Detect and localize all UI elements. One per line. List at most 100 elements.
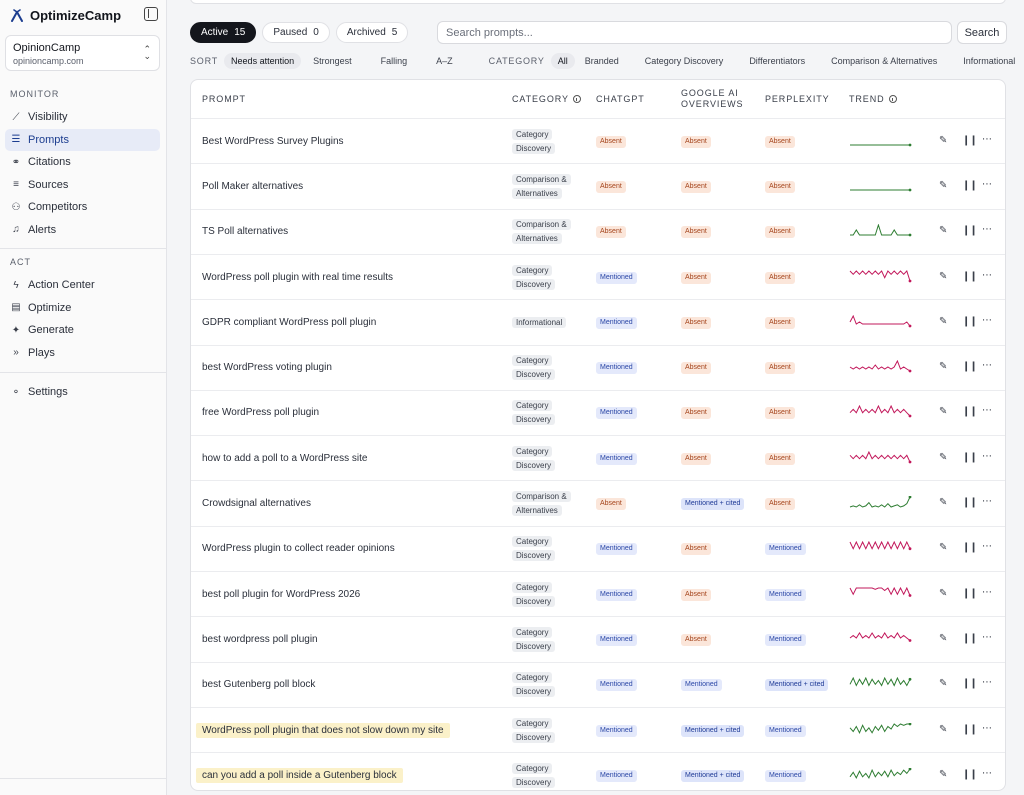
table-row[interactable]: best Gutenberg poll block Category Disco… [191, 661, 1005, 707]
column-header-perplexity[interactable]: PERPLEXITY [765, 94, 830, 105]
prompt-text[interactable]: can you add a poll inside a Gutenberg bl… [196, 767, 403, 783]
more-options-icon[interactable]: ⋯ [982, 134, 992, 145]
more-options-icon[interactable]: ⋯ [982, 632, 992, 643]
edit-icon[interactable]: ✎ [939, 135, 947, 146]
more-options-icon[interactable]: ⋯ [982, 677, 992, 688]
edit-icon[interactable]: ✎ [939, 588, 947, 599]
pause-icon[interactable]: ❙❙ [962, 135, 978, 146]
category-chip[interactable]: All [550, 53, 575, 69]
search-input[interactable] [437, 21, 952, 44]
column-header-category[interactable]: CATEGORY [512, 94, 581, 105]
edit-icon[interactable]: ✎ [939, 271, 947, 282]
table-row[interactable]: best WordPress voting plugin Category Di… [191, 344, 1005, 390]
pause-icon[interactable]: ❙❙ [962, 497, 978, 508]
more-options-icon[interactable]: ⋯ [982, 587, 992, 598]
table-row[interactable]: WordPress poll plugin that does not slow… [191, 706, 1005, 752]
sidebar-item-alerts[interactable]: ♫ Alerts [5, 219, 160, 241]
edit-icon[interactable]: ✎ [939, 678, 947, 689]
table-row[interactable]: WordPress plugin to collect reader opini… [191, 525, 1005, 571]
prompt-text[interactable]: Poll Maker alternatives [202, 181, 303, 192]
prompt-text[interactable]: Best WordPress Survey Plugins [202, 136, 344, 147]
sidebar-item-settings[interactable]: ⚬ Settings [5, 381, 160, 403]
more-options-icon[interactable]: ⋯ [982, 270, 992, 281]
pause-icon[interactable]: ❙❙ [962, 542, 978, 553]
more-options-icon[interactable]: ⋯ [982, 224, 992, 235]
sidebar-item-citations[interactable]: ⚭ Citations [5, 151, 160, 173]
more-options-icon[interactable]: ⋯ [982, 723, 992, 734]
category-chip[interactable]: Category Discovery [638, 53, 731, 69]
more-options-icon[interactable]: ⋯ [982, 179, 992, 190]
edit-icon[interactable]: ✎ [939, 633, 947, 644]
sidebar-item-plays[interactable]: » Plays [5, 342, 160, 364]
pause-icon[interactable]: ❙❙ [962, 406, 978, 417]
sidebar-item-action-center[interactable]: ϟ Action Center [5, 274, 160, 296]
more-options-icon[interactable]: ⋯ [982, 768, 992, 779]
more-options-icon[interactable]: ⋯ [982, 496, 992, 507]
prompt-text[interactable]: WordPress poll plugin that does not slow… [196, 722, 450, 738]
edit-icon[interactable]: ✎ [939, 361, 947, 372]
category-chip[interactable]: Branded [578, 53, 626, 69]
sidebar-item-visibility[interactable]: ⟋ Visibility [5, 106, 160, 128]
pause-icon[interactable]: ❙❙ [962, 724, 978, 735]
pause-icon[interactable]: ❙❙ [962, 180, 978, 191]
more-options-icon[interactable]: ⋯ [982, 360, 992, 371]
table-row[interactable]: Poll Maker alternatives Comparison & Alt… [191, 163, 1005, 208]
edit-icon[interactable]: ✎ [939, 542, 947, 553]
table-row[interactable]: best wordpress poll plugin Category Disc… [191, 616, 1005, 661]
table-row[interactable]: best poll plugin for WordPress 2026 Cate… [191, 571, 1005, 616]
prompt-text[interactable]: best WordPress voting plugin [202, 362, 332, 373]
info-icon[interactable] [572, 95, 581, 103]
pause-icon[interactable]: ❙❙ [962, 452, 978, 463]
table-row[interactable]: TS Poll alternatives Comparison & Altern… [191, 208, 1005, 254]
prompt-text[interactable]: WordPress poll plugin with real time res… [202, 272, 393, 283]
sort-chip[interactable]: Needs attention [224, 53, 302, 69]
table-row[interactable]: can you add a poll inside a Gutenberg bl… [191, 752, 1005, 790]
table-row[interactable]: GDPR compliant WordPress poll plugin Inf… [191, 299, 1005, 344]
prompt-text[interactable]: Crowdsignal alternatives [202, 498, 311, 509]
sidebar-item-competitors[interactable]: ⚇ Competitors [5, 196, 160, 218]
pause-icon[interactable]: ❙❙ [962, 769, 978, 780]
sort-chip[interactable]: A–Z [429, 53, 460, 69]
pause-icon[interactable]: ❙❙ [962, 588, 978, 599]
edit-icon[interactable]: ✎ [939, 316, 947, 327]
pause-icon[interactable]: ❙❙ [962, 361, 978, 372]
edit-icon[interactable]: ✎ [939, 724, 947, 735]
prompt-text[interactable]: best Gutenberg poll block [202, 679, 315, 690]
sidebar-item-sources[interactable]: ≡ Sources [5, 174, 160, 196]
prompt-text[interactable]: how to add a poll to a WordPress site [202, 453, 367, 464]
edit-icon[interactable]: ✎ [939, 452, 947, 463]
pause-icon[interactable]: ❙❙ [962, 316, 978, 327]
category-chip[interactable]: Informational [956, 53, 1022, 69]
more-options-icon[interactable]: ⋯ [982, 541, 992, 552]
more-options-icon[interactable]: ⋯ [982, 405, 992, 416]
pause-icon[interactable]: ❙❙ [962, 271, 978, 282]
table-row[interactable]: Crowdsignal alternatives Comparison & Al… [191, 480, 1005, 525]
edit-icon[interactable]: ✎ [939, 769, 947, 780]
workspace-switcher[interactable]: OpinionCamp opinioncamp.com ⌃ ⌄ [5, 35, 160, 71]
more-options-icon[interactable]: ⋯ [982, 315, 992, 326]
column-header-chatgpt[interactable]: CHATGPT [596, 94, 645, 105]
tab-active[interactable]: Active 15 [190, 22, 257, 43]
edit-icon[interactable]: ✎ [939, 180, 947, 191]
info-icon[interactable] [888, 95, 897, 103]
column-header-prompt[interactable]: PROMPT [202, 94, 246, 105]
brand[interactable]: OptimizeCamp [10, 7, 121, 23]
edit-icon[interactable]: ✎ [939, 225, 947, 236]
table-row[interactable]: how to add a poll to a WordPress site Ca… [191, 435, 1005, 480]
table-row[interactable]: Best WordPress Survey Plugins Category D… [191, 118, 1005, 163]
column-header-trend[interactable]: TREND [849, 94, 897, 105]
tab-paused[interactable]: Paused 0 [262, 22, 330, 43]
category-chip[interactable]: Differentiators [742, 53, 812, 69]
prompt-text[interactable]: best wordpress poll plugin [202, 634, 318, 645]
sort-chip[interactable]: Strongest [306, 53, 359, 69]
table-row[interactable]: WordPress poll plugin with real time res… [191, 253, 1005, 299]
pause-icon[interactable]: ❙❙ [962, 633, 978, 644]
table-row[interactable]: free WordPress poll plugin Category Disc… [191, 389, 1005, 435]
prompt-text[interactable]: free WordPress poll plugin [202, 407, 319, 418]
sidebar-item-optimize[interactable]: ▤ Optimize [5, 297, 160, 319]
prompt-text[interactable]: TS Poll alternatives [202, 226, 288, 237]
column-header-google[interactable]: GOOGLE AI OVERVIEWS [681, 88, 751, 110]
prompt-text[interactable]: WordPress plugin to collect reader opini… [202, 543, 395, 554]
edit-icon[interactable]: ✎ [939, 497, 947, 508]
tab-archived[interactable]: Archived 5 [335, 22, 409, 43]
